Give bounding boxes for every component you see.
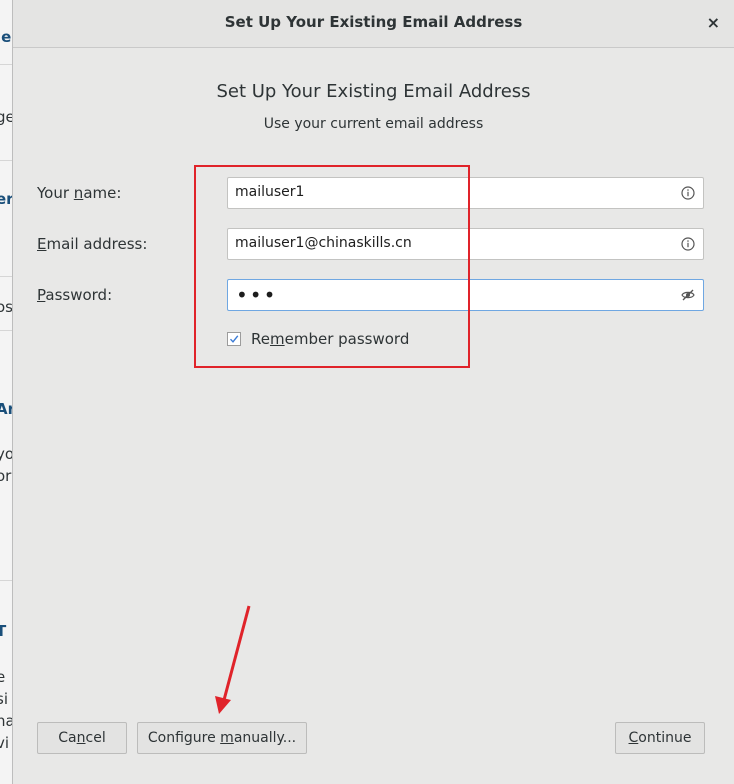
background-text: T xyxy=(0,622,7,640)
continue-button-label: Continue xyxy=(628,730,692,746)
setup-email-dialog: Set Up Your Existing Email Address × Set… xyxy=(12,0,734,784)
cancel-button[interactable]: Cancel xyxy=(37,722,127,754)
continue-button[interactable]: Continue xyxy=(615,722,705,754)
dialog-subheading: Use your current email address xyxy=(263,116,484,132)
dialog-titlebar[interactable]: Set Up Your Existing Email Address × xyxy=(13,0,734,48)
cancel-button-label: Cancel xyxy=(58,730,106,746)
background-text: e xyxy=(0,668,6,686)
highlight-box-annotation xyxy=(194,165,470,368)
info-icon[interactable] xyxy=(681,186,695,200)
dialog-heading: Set Up Your Existing Email Address xyxy=(216,81,531,102)
eye-slash-icon[interactable] xyxy=(681,288,695,302)
background-text: or xyxy=(0,467,12,485)
background-text: le xyxy=(0,28,12,46)
arrow-annotation xyxy=(215,605,251,714)
email-address-label: Email address: xyxy=(37,235,148,253)
your-name-label: Your name: xyxy=(37,184,122,202)
close-button[interactable]: × xyxy=(707,13,720,32)
dialog-window-title: Set Up Your Existing Email Address xyxy=(224,13,523,31)
info-icon[interactable] xyxy=(681,237,695,251)
password-label: Password: xyxy=(37,286,113,304)
background-text: si xyxy=(0,690,8,708)
configure-manually-label: Configure manually... xyxy=(147,730,297,746)
background-text: vi xyxy=(0,734,10,752)
configure-manually-button[interactable]: Configure manually... xyxy=(137,722,307,754)
